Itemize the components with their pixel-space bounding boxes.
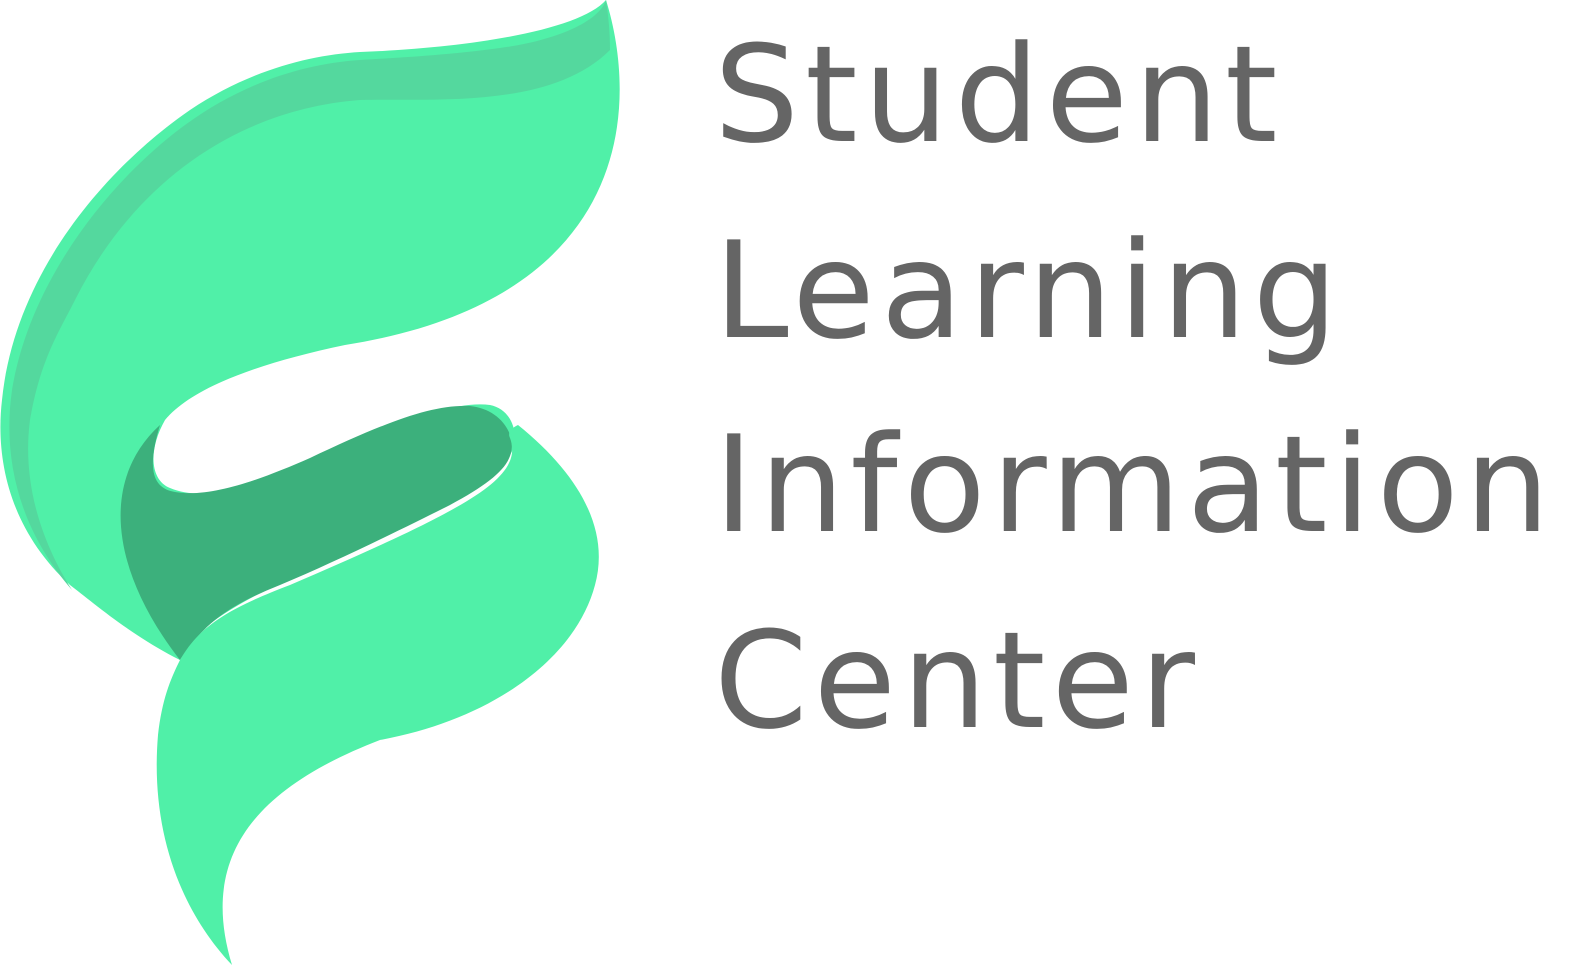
wordmark-line-learning: Learning xyxy=(714,213,1344,369)
wordmark-line-information: Information xyxy=(714,407,1556,563)
wordmark: Student Learning Information Center xyxy=(714,28,1584,788)
wordmark-line-center: Center xyxy=(714,603,1202,759)
green-leaf-ribbon-icon xyxy=(0,0,620,965)
wordmark-line-student: Student xyxy=(714,17,1284,173)
